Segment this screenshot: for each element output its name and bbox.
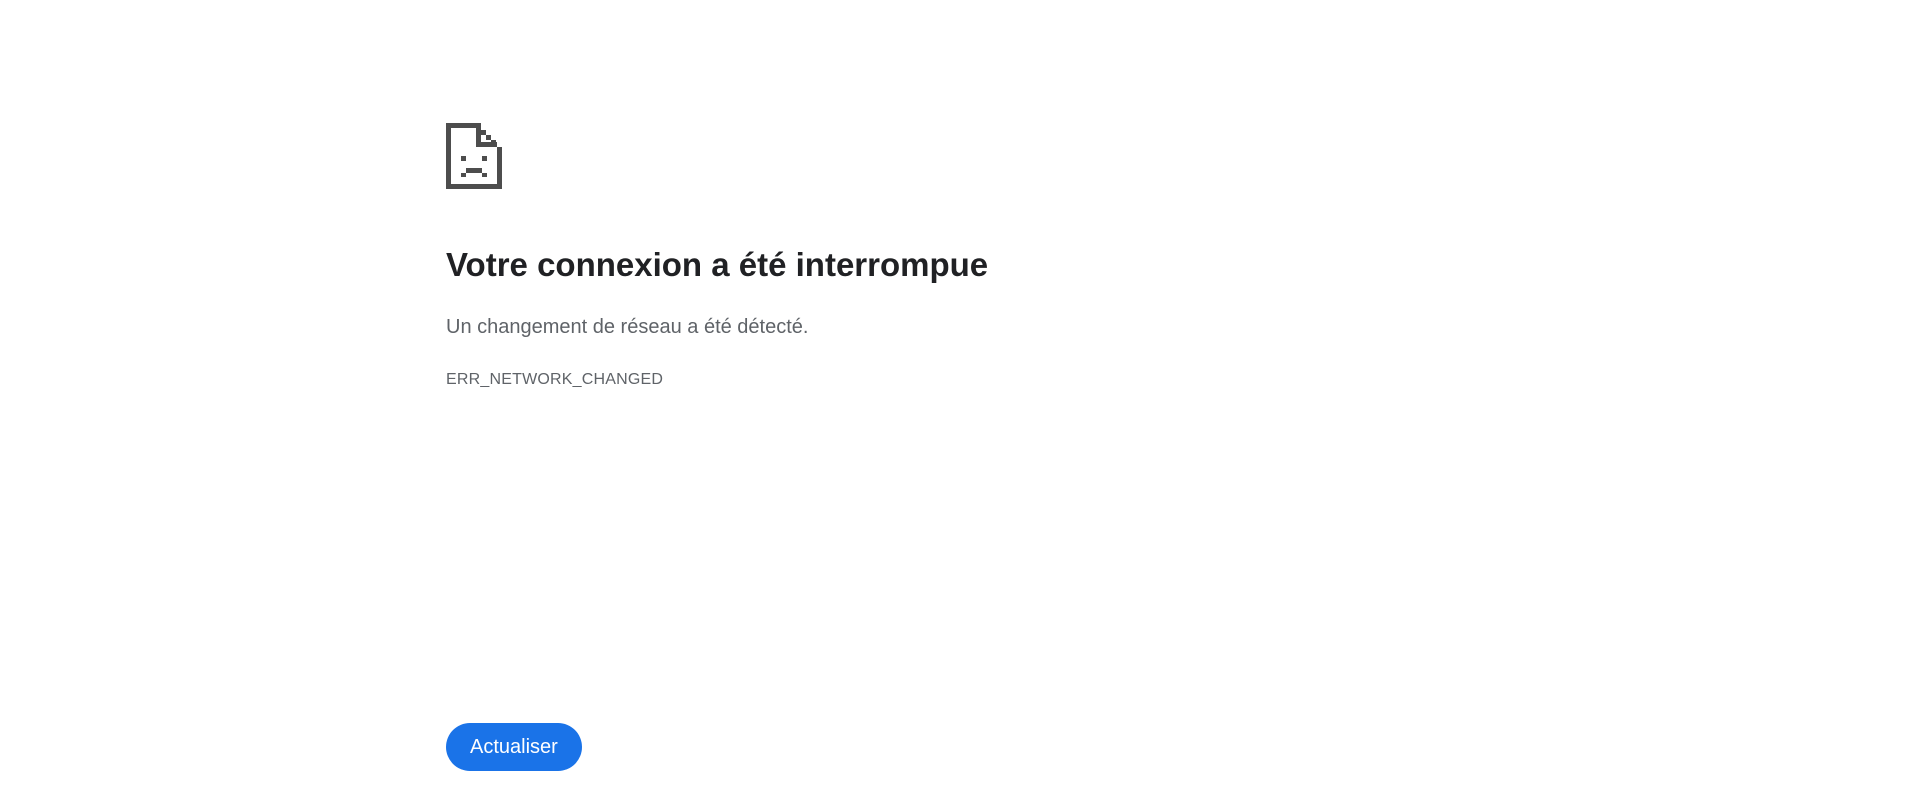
sad-document-icon (446, 123, 502, 189)
error-code: ERR_NETWORK_CHANGED (446, 371, 664, 388)
reload-button[interactable]: Actualiser (446, 723, 582, 771)
error-message: Un changement de réseau a été détecté. (446, 316, 809, 338)
error-content: Votre connexion a été interrompue Un cha… (446, 123, 1446, 388)
page-title: Votre connexion a été interrompue (446, 246, 989, 283)
error-page: Votre connexion a été interrompue Un cha… (0, 0, 1920, 800)
